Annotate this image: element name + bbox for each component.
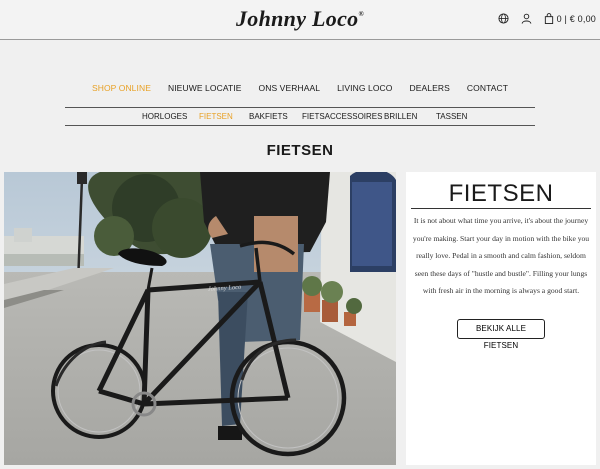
header-actions: 0 | € 0,00 — [498, 13, 596, 24]
nav-item-shop-online[interactable]: SHOP ONLINE — [92, 83, 151, 93]
user-icon[interactable] — [521, 13, 532, 24]
subnav-item-fietsen[interactable]: FIETSEN — [199, 112, 233, 121]
shopping-bag-icon — [544, 13, 553, 24]
nav-item-living-loco[interactable]: LIVING LOCO — [337, 83, 392, 93]
main-navigation: SHOP ONLINE NIEUWE LOCATIE ONS VERHAAL L… — [0, 83, 600, 93]
nav-item-contact[interactable]: CONTACT — [467, 83, 508, 93]
logo-text: Johnny Loco — [235, 6, 359, 31]
registered-mark: ® — [358, 10, 364, 18]
view-all-bikes-button[interactable]: BEKIJK ALLE FIETSEN — [457, 319, 545, 350]
subnav-item-bakfiets[interactable]: BAKFIETS — [249, 112, 288, 121]
category-info-panel: FIETSEN It is not about what time you ar… — [406, 172, 596, 465]
nav-item-ons-verhaal[interactable]: ONS VERHAAL — [259, 83, 321, 93]
subnav-item-horloges[interactable]: HORLOGES — [142, 112, 187, 121]
cart-summary: 0 | € 0,00 — [556, 13, 596, 24]
subnav-item-brillen[interactable]: BRILLEN — [384, 112, 417, 121]
cart-button[interactable]: 0 | € 0,00 — [544, 13, 596, 24]
site-header: Johnny Loco® 0 | € 0,00 — [0, 0, 600, 40]
nav-item-dealers[interactable]: DEALERS — [410, 83, 450, 93]
subnav-item-fietsaccessoires[interactable]: FIETSACCESSOIRES — [302, 112, 382, 121]
subnav-item-tassen[interactable]: TASSEN — [436, 112, 467, 121]
panel-divider — [411, 208, 591, 209]
hero-image: Johnny Loco — [4, 172, 396, 465]
page-title: FIETSEN — [266, 142, 334, 159]
category-navigation: HORLOGES FIETSEN BAKFIETS FIETSACCESSOIR… — [65, 107, 535, 126]
nav-item-nieuwe-locatie[interactable]: NIEUWE LOCATIE — [168, 83, 242, 93]
panel-title: FIETSEN — [448, 180, 554, 207]
panel-description: It is not about what time you arrive, it… — [412, 216, 590, 295]
globe-icon[interactable] — [498, 13, 509, 24]
